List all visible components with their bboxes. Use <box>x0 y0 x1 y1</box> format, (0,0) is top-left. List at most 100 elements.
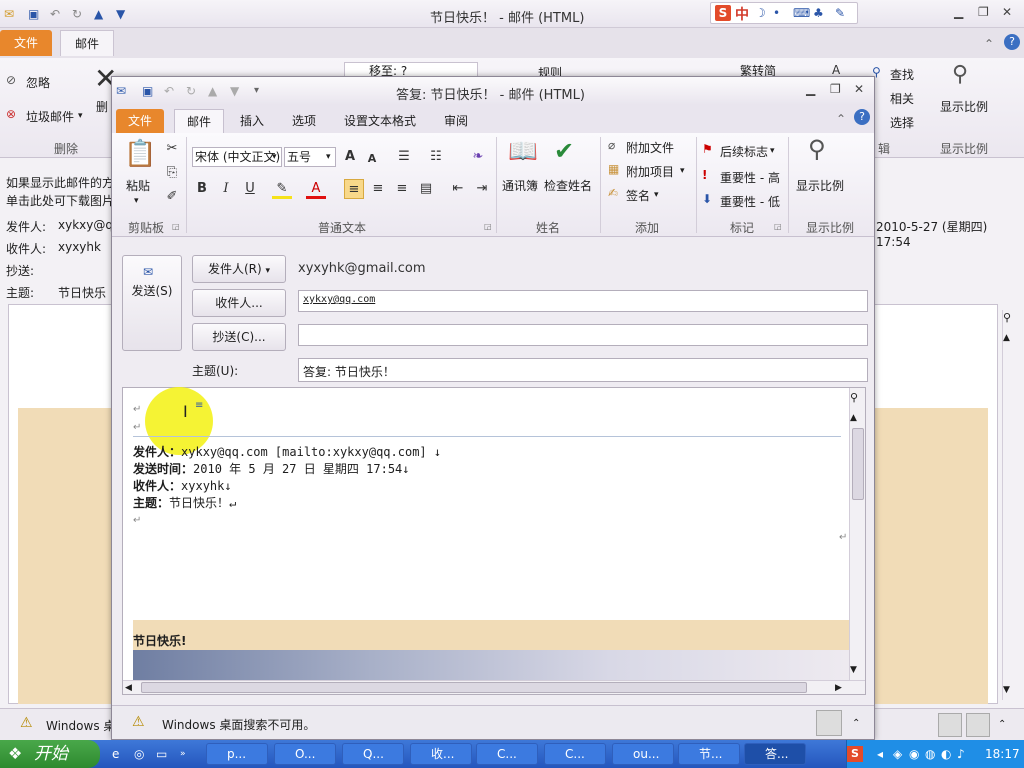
taskbar-item[interactable]: p... <box>206 743 268 765</box>
italic-icon[interactable]: I <box>216 179 236 199</box>
scroll-down-icon[interactable]: ▼ <box>850 662 857 678</box>
taskbar-item-active[interactable]: 答... <box>744 743 806 765</box>
contact-avatar[interactable] <box>816 710 842 736</box>
to-field[interactable]: xykxy@qq.com <box>298 290 868 312</box>
tray-icon[interactable]: ◐ <box>941 746 951 762</box>
redo-icon[interactable]: ↻ <box>72 6 82 22</box>
scroll-left-icon[interactable]: ◀ <box>125 680 132 696</box>
down-icon[interactable]: ▼ <box>230 83 239 99</box>
bold-icon[interactable]: B <box>192 179 212 199</box>
paste-button[interactable]: 粘贴 <box>126 177 150 194</box>
start-button[interactable]: ❖ 开始 <box>0 740 100 768</box>
taskbar-item[interactable]: C... <box>544 743 606 765</box>
quick-access-dropdown-icon[interactable]: ▾ <box>254 83 259 99</box>
taskbar-item[interactable]: Q... <box>342 743 404 765</box>
zoom-button[interactable]: 显示比例 <box>940 98 988 115</box>
follow-up-button[interactable]: 后续标志 <box>720 143 768 160</box>
check-names-icon[interactable]: ✔ <box>554 137 574 165</box>
follow-up-dropdown-icon[interactable]: ▾ <box>770 143 775 159</box>
zoom-lens-icon[interactable]: ⚲ <box>850 390 858 406</box>
ime-toolbar[interactable]: S 中 ☽ • ⌨ ♣ ✎ <box>710 2 858 24</box>
tab-format-text[interactable]: 设置文本格式 <box>332 109 428 133</box>
previous-item-icon[interactable]: ▲ <box>94 6 103 22</box>
numbering-icon[interactable]: ☷ <box>426 147 446 167</box>
to-button[interactable]: 收件人... <box>192 289 286 317</box>
save-icon[interactable]: ▣ <box>28 6 39 22</box>
help-icon[interactable]: ? <box>1004 34 1020 50</box>
close-icon[interactable]: ✕ <box>1002 4 1012 20</box>
scroll-down-icon[interactable]: ▼ <box>1003 682 1010 698</box>
save-icon[interactable]: ▣ <box>142 83 153 99</box>
zoom-button[interactable]: 显示比例 <box>796 177 844 194</box>
junk-dropdown-icon[interactable]: ▾ <box>78 108 83 124</box>
scroll-right-icon[interactable]: ▶ <box>835 680 842 696</box>
to-recipient[interactable]: xykxy@qq.com <box>303 294 375 305</box>
ribbon-collapse-icon[interactable]: ⌃ <box>836 111 846 127</box>
paste-icon[interactable]: 📋 <box>124 139 156 169</box>
font-name-combo[interactable]: 宋体 (中文正文) <box>192 147 282 167</box>
minimize-icon[interactable]: ▁ <box>806 81 815 97</box>
tray-icon[interactable]: ◍ <box>925 746 935 762</box>
clock[interactable]: 18:17 <box>985 747 1020 761</box>
ribbon-collapse-icon[interactable]: ⌃ <box>984 36 994 52</box>
format-painter-icon[interactable]: ✐ <box>162 187 182 207</box>
tab-file[interactable]: 文件 <box>0 30 53 56</box>
vertical-scrollbar[interactable]: ⚲ ▲ ▼ <box>849 388 865 680</box>
copy-icon[interactable]: ⎘ <box>162 163 182 183</box>
taskbar-item[interactable]: ou... <box>612 743 674 765</box>
horizontal-scrollbar[interactable]: ◀ ▶ <box>123 680 865 694</box>
info-bar-line2[interactable]: 单击此处可下载图片 <box>6 192 114 209</box>
ignore-button[interactable]: 忽略 <box>26 74 50 91</box>
styles-icon[interactable]: ❧ <box>468 147 488 167</box>
dialog-launcher-icon[interactable]: ◲ <box>484 219 492 235</box>
related-button[interactable]: 相关 <box>890 90 914 107</box>
subject-field[interactable]: 答复: 节日快乐！ <box>298 358 868 382</box>
next-item-icon[interactable]: ▼ <box>116 6 125 22</box>
shrink-font-icon[interactable]: A <box>362 149 382 169</box>
background-scrollbar[interactable]: ⚲ ▲ ▼ <box>1002 310 1018 700</box>
help-icon[interactable]: ? <box>854 109 870 125</box>
select-button[interactable]: 选择 <box>890 114 914 131</box>
cc-field[interactable] <box>298 324 868 346</box>
attach-item-button[interactable]: 附加项目 <box>626 163 674 180</box>
scroll-thumb[interactable] <box>852 428 864 500</box>
bullets-icon[interactable]: ☰ <box>394 147 414 167</box>
tray-icon[interactable]: ◉ <box>909 746 919 762</box>
skin-icon[interactable]: ♣ <box>813 5 824 21</box>
ime-chinese-mode[interactable]: 中 <box>735 4 749 24</box>
keyboard-icon[interactable]: ⌨ <box>793 5 810 21</box>
people-pane-avatar[interactable] <box>966 713 990 737</box>
sogou-tray-icon[interactable]: S <box>847 746 863 762</box>
info-bar-line1[interactable]: 如果显示此邮件的方 <box>6 174 114 191</box>
people-pane-avatar[interactable] <box>938 713 962 737</box>
restore-icon[interactable]: ❐ <box>830 81 841 97</box>
tray-icon[interactable]: ◈ <box>893 746 902 762</box>
align-left-icon[interactable]: ≡ <box>344 179 364 199</box>
address-book-icon[interactable]: 📖 <box>508 137 538 165</box>
quicklaunch-media-icon[interactable]: ◎ <box>134 746 144 762</box>
grow-font-icon[interactable]: A <box>340 147 360 167</box>
delete-button[interactable]: 删 <box>96 98 108 115</box>
message-body-editor[interactable]: I ≡ ↵ ↵ 发件人：xykxy@qq.com [mailto:xykxy@q… <box>122 387 866 695</box>
font-color-icon[interactable]: A <box>306 179 326 199</box>
tab-insert[interactable]: 插入 <box>228 109 276 133</box>
tray-icon[interactable]: ◂ <box>877 746 883 762</box>
align-right-icon[interactable]: ≡ <box>392 179 412 199</box>
justify-icon[interactable]: ▤ <box>416 179 436 199</box>
address-book-button[interactable]: 通讯簿 <box>502 177 538 194</box>
tab-options[interactable]: 选项 <box>280 109 328 133</box>
sogou-icon[interactable]: S <box>715 5 731 21</box>
undo-icon[interactable]: ↶ <box>164 83 174 99</box>
signature-dropdown-icon[interactable]: ▾ <box>654 187 659 203</box>
font-size-dropdown-icon[interactable]: ▾ <box>326 149 331 165</box>
half-width-icon[interactable]: ☽ <box>755 5 766 21</box>
quicklaunch-desktop-icon[interactable]: ▭ <box>156 746 167 762</box>
highlight-icon[interactable]: ✎ <box>272 179 292 199</box>
taskbar-item[interactable]: 收... <box>410 743 472 765</box>
punctuation-icon[interactable]: • <box>773 5 780 21</box>
settings-wrench-icon[interactable]: ✎ <box>835 5 845 21</box>
close-icon[interactable]: ✕ <box>854 81 864 97</box>
align-center-icon[interactable]: ≡ <box>368 179 388 199</box>
zoom-lens-icon[interactable]: ⚲ <box>1003 310 1011 326</box>
tab-message[interactable]: 邮件 <box>174 109 225 133</box>
